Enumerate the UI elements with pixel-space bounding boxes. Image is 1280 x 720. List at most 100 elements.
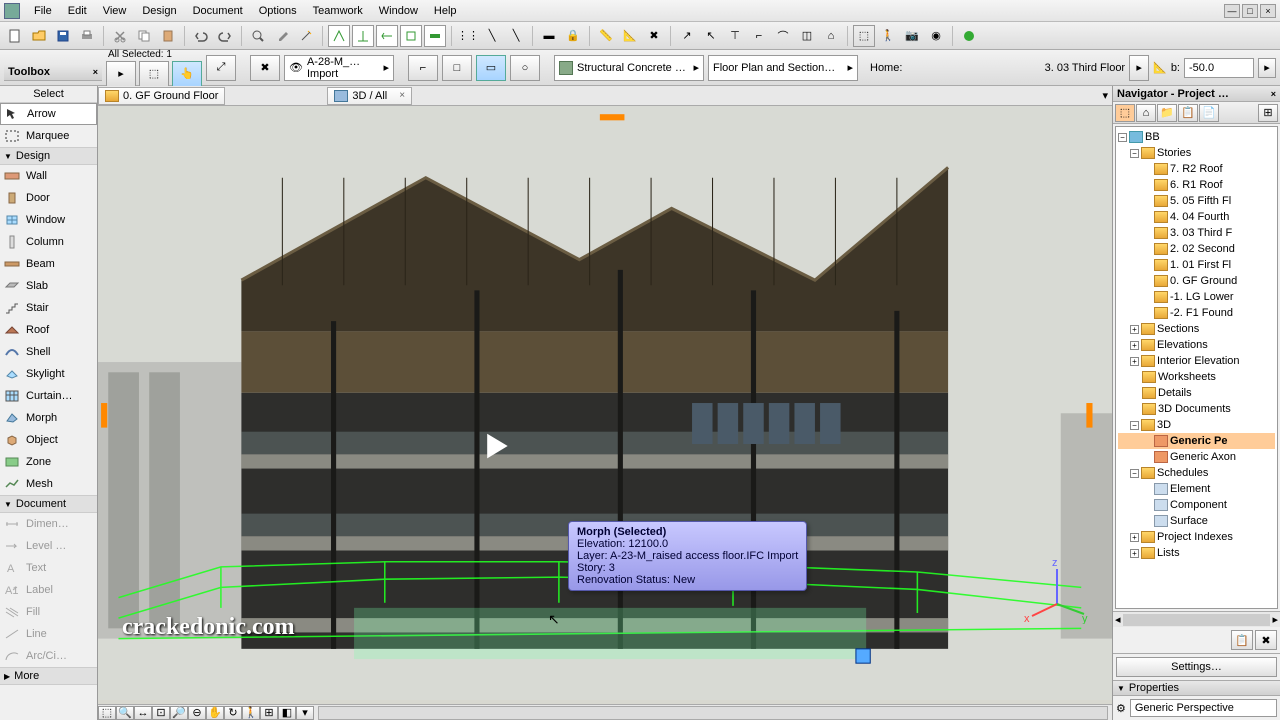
tool-arrow[interactable]: Arrow <box>0 103 97 125</box>
nav-view5[interactable]: 📄 <box>1199 104 1219 122</box>
tab-close-icon[interactable]: × <box>399 90 405 101</box>
tool-shell[interactable]: Shell <box>0 341 97 363</box>
tree-story[interactable]: -1. LG Lower <box>1170 291 1234 303</box>
tool-slab[interactable]: Slab <box>0 275 97 297</box>
nav-view6[interactable]: ⊞ <box>1258 104 1278 122</box>
vbtn-3[interactable]: ↔ <box>134 706 152 720</box>
tool-arc[interactable]: Arc/Ci… <box>0 645 97 667</box>
tool-fill[interactable]: Fill <box>0 601 97 623</box>
mode1-icon[interactable] <box>328 25 350 47</box>
new-file-icon[interactable] <box>4 25 26 47</box>
tab-3d-all[interactable]: 3D / All × <box>327 87 412 105</box>
print-icon[interactable] <box>76 25 98 47</box>
tool-d-icon[interactable]: ⌐ <box>748 25 770 47</box>
tree-schedules[interactable]: Schedules <box>1157 467 1208 479</box>
tree-story[interactable]: 3. 03 Third F <box>1170 227 1232 239</box>
toolbox-document-section[interactable]: ▼Document <box>0 495 97 513</box>
menu-options[interactable]: Options <box>251 3 305 19</box>
tool-column[interactable]: Column <box>0 231 97 253</box>
close-button[interactable]: × <box>1260 4 1276 18</box>
lock-icon[interactable]: 🔒 <box>562 25 584 47</box>
menu-edit[interactable]: Edit <box>60 3 95 19</box>
tree-story[interactable]: 5. 05 Fifth Fl <box>1170 195 1231 207</box>
nav-h-scrollbar[interactable]: ◂▸ <box>1113 611 1280 627</box>
vbtn-6[interactable]: ⊖ <box>188 706 206 720</box>
tree-collapse-icon[interactable]: − <box>1130 469 1139 478</box>
undo-icon[interactable] <box>190 25 212 47</box>
vbtn-5[interactable]: 🔎 <box>170 706 188 720</box>
menu-design[interactable]: Design <box>134 3 184 19</box>
tree-expand-icon[interactable]: + <box>1130 533 1139 542</box>
vbtn-12[interactable]: ▾ <box>296 706 314 720</box>
tree-group[interactable]: Lists <box>1157 547 1180 559</box>
copy-icon[interactable] <box>133 25 155 47</box>
maximize-button[interactable]: □ <box>1242 4 1258 18</box>
menu-window[interactable]: Window <box>371 3 426 19</box>
tree-expand-icon[interactable]: + <box>1130 357 1139 366</box>
tool-morph[interactable]: Morph <box>0 407 97 429</box>
find-icon[interactable] <box>247 25 269 47</box>
render-icon[interactable]: ◉ <box>925 25 947 47</box>
properties-combo[interactable]: Generic Perspective <box>1130 699 1277 717</box>
mode4-icon[interactable] <box>400 25 422 47</box>
toolbox-more-section[interactable]: ▶More <box>0 667 97 685</box>
tree-collapse-icon[interactable]: − <box>1130 421 1139 430</box>
open-file-icon[interactable] <box>28 25 50 47</box>
cancel-icon[interactable]: ✖ <box>643 25 665 47</box>
tool-a-icon[interactable]: ↗ <box>676 25 698 47</box>
tool-e-icon[interactable]: ⌒ <box>772 25 794 47</box>
tree-expand-icon[interactable]: + <box>1130 325 1139 334</box>
nav-action2[interactable]: ✖ <box>1255 630 1277 650</box>
mode2-icon[interactable] <box>352 25 374 47</box>
tool-b-icon[interactable]: ↖ <box>700 25 722 47</box>
menu-file[interactable]: File <box>26 3 60 19</box>
tab-ground-floor[interactable]: 0. GF Ground Floor <box>98 87 225 105</box>
tool-g-icon[interactable]: ⌂ <box>820 25 842 47</box>
tool-curtain[interactable]: Curtain… <box>0 385 97 407</box>
tree-story[interactable]: 7. R2 Roof <box>1170 163 1223 175</box>
tree-story[interactable]: 4. 04 Fourth <box>1170 211 1229 223</box>
tool-f-icon[interactable]: ◫ <box>796 25 818 47</box>
tool-zone[interactable]: Zone <box>0 451 97 473</box>
person-icon[interactable]: 🚶 <box>877 25 899 47</box>
menu-help[interactable]: Help <box>426 3 465 19</box>
tool-marquee[interactable]: Marquee <box>0 125 97 147</box>
measure-icon[interactable]: 📏 <box>595 25 617 47</box>
save-icon[interactable] <box>52 25 74 47</box>
info-cross[interactable]: ✖ <box>250 55 280 81</box>
diag1-icon[interactable]: ╲ <box>481 25 503 47</box>
tree-root[interactable]: BB <box>1145 131 1160 143</box>
vbtn-1[interactable]: ⬚ <box>98 706 116 720</box>
tool-object[interactable]: Object <box>0 429 97 451</box>
tree-schedule[interactable]: Component <box>1170 499 1227 511</box>
vbtn-10[interactable]: ⊞ <box>260 706 278 720</box>
tree-group[interactable]: 3D Documents <box>1158 403 1231 415</box>
mode5-icon[interactable] <box>424 25 446 47</box>
toolbox-design-section[interactable]: ▼Design <box>0 147 97 165</box>
toolbox-close-icon[interactable]: × <box>93 67 98 77</box>
nav-view2[interactable]: ⌂ <box>1136 104 1156 122</box>
nav-view1[interactable]: ⬚ <box>1115 104 1135 122</box>
menu-teamwork[interactable]: Teamwork <box>305 3 371 19</box>
properties-header[interactable]: ▼Properties <box>1113 680 1280 696</box>
h-scrollbar[interactable] <box>318 706 1108 720</box>
tree-stories[interactable]: Stories <box>1157 147 1191 159</box>
diag2-icon[interactable]: ╲ <box>505 25 527 47</box>
geom3-icon[interactable]: ▭ <box>476 55 506 81</box>
geom4-icon[interactable]: ○ <box>510 55 540 81</box>
redo-icon[interactable] <box>214 25 236 47</box>
story-dropdown[interactable]: ▸ <box>1129 55 1149 81</box>
tree-group[interactable]: Sections <box>1157 323 1199 335</box>
menu-view[interactable]: View <box>95 3 135 19</box>
tree-story[interactable]: 0. GF Ground <box>1170 275 1237 287</box>
tool-roof[interactable]: Roof <box>0 319 97 341</box>
menu-document[interactable]: Document <box>185 3 251 19</box>
tree-group[interactable]: Project Indexes <box>1157 531 1233 543</box>
tool-dimension[interactable]: Dimen… <box>0 513 97 535</box>
nav-action1[interactable]: 📋 <box>1231 630 1253 650</box>
tool-text[interactable]: AText <box>0 557 97 579</box>
tree-story[interactable]: -2. F1 Found <box>1170 307 1233 319</box>
tree-expand-icon[interactable]: + <box>1130 549 1139 558</box>
info-btn3[interactable]: 👆 <box>172 61 202 87</box>
mode3-icon[interactable] <box>376 25 398 47</box>
